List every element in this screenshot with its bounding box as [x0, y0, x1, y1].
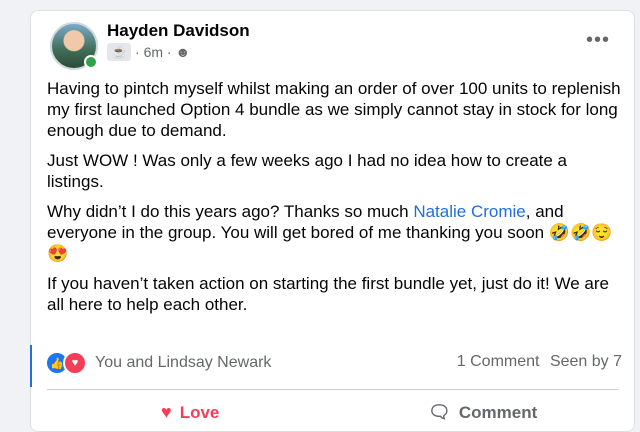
- online-status-dot: [84, 55, 98, 69]
- more-options-icon[interactable]: •••: [586, 29, 610, 52]
- love-reaction-icon: ♥: [63, 351, 87, 375]
- post-paragraph: Having to pintch myself whilst making an…: [47, 79, 621, 140]
- post-paragraph: If you haven’t taken action on starting …: [47, 274, 609, 314]
- post-text: Why didn’t I do this years ago? Thanks s…: [47, 202, 414, 221]
- post-paragraph: Just WOW ! Was only a few weeks ago I ha…: [47, 151, 568, 191]
- meta-separator: ·: [163, 44, 176, 60]
- mention-link[interactable]: Natalie Cromie: [413, 202, 525, 221]
- focus-indicator: [30, 345, 32, 387]
- reaction-summary[interactable]: 👍 ♥ You and Lindsay Newark: [45, 351, 271, 375]
- seen-by[interactable]: Seen by 7: [550, 353, 622, 370]
- comment-button[interactable]: 🗨 Comment: [428, 402, 537, 423]
- love-label: Love: [179, 402, 220, 422]
- post-meta: ☕ · 6m · ☻: [107, 43, 190, 61]
- comment-count[interactable]: 1 Comment: [457, 353, 540, 370]
- post-time[interactable]: 6m: [144, 44, 163, 60]
- post-paragraph: Why didn’t I do this years ago? Thanks s…: [47, 201, 622, 264]
- heart-icon: ♥: [161, 402, 172, 422]
- author-name[interactable]: Hayden Davidson: [107, 21, 250, 41]
- post-content: Having to pintch myself whilst making an…: [47, 78, 622, 324]
- post-stats: 1 Comment Seen by 7: [457, 353, 622, 371]
- comment-label: Comment: [458, 402, 538, 422]
- reaction-names: You and Lindsay Newark: [95, 354, 272, 371]
- comment-icon: 🗨: [428, 402, 451, 422]
- group-privacy-icon: ☻: [175, 44, 191, 60]
- love-button[interactable]: ♥ Love: [161, 402, 219, 423]
- meta-separator: ·: [135, 44, 144, 60]
- post-card: Hayden Davidson ☕ · 6m · ☻ ••• Having to…: [30, 10, 635, 432]
- divider: [47, 389, 618, 390]
- coffee-badge-icon[interactable]: ☕: [107, 43, 131, 61]
